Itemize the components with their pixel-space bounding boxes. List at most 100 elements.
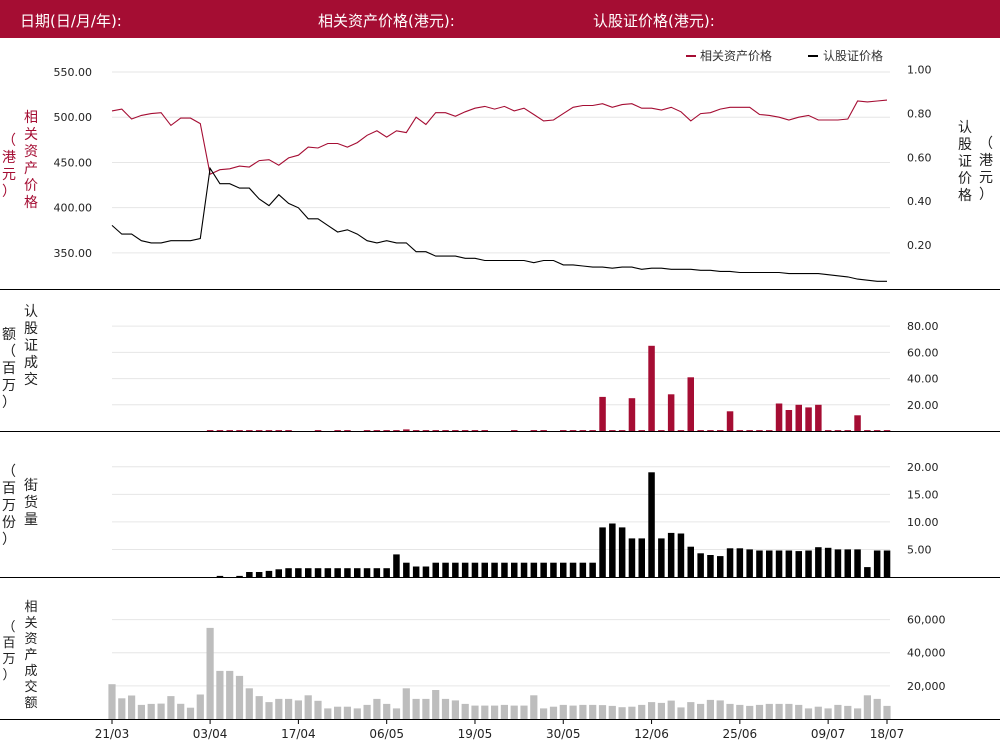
bar — [363, 430, 371, 431]
bar — [815, 404, 822, 431]
bar — [726, 703, 734, 719]
bar — [481, 430, 488, 431]
bar — [442, 562, 449, 577]
bar — [118, 698, 126, 719]
asset-price-line — [111, 99, 888, 175]
bar — [412, 698, 420, 719]
axis-label-char: 额 — [2, 327, 16, 343]
axis-label-char: 元 — [979, 170, 993, 186]
bar — [687, 546, 694, 577]
x-tick-label: 18/07 — [870, 727, 905, 741]
bar — [844, 549, 851, 577]
y-right-tick-label: 1.00 — [907, 64, 932, 77]
bar — [383, 430, 390, 431]
bar — [579, 704, 587, 719]
bar — [461, 562, 469, 577]
bar — [677, 533, 685, 577]
bar — [177, 703, 185, 719]
axis-label-char: 万 — [2, 498, 16, 514]
bar — [638, 430, 645, 431]
bar — [275, 430, 282, 431]
bar — [834, 430, 842, 431]
bar — [392, 708, 401, 719]
bar — [618, 707, 626, 719]
bar — [393, 554, 400, 577]
bar — [687, 377, 694, 431]
axis-label-char: 股 — [24, 321, 38, 337]
bar — [618, 527, 626, 577]
axis-label-char: 万 — [2, 378, 16, 394]
asset-turnover-panel: 60,000 40,000 20,000 相关资产成交额 （百万） 21/03 03/0… — [0, 600, 1000, 741]
bar — [854, 415, 861, 431]
axis-label-char: 产 — [24, 648, 37, 663]
header-bar: 日期(日/月/年): 相关资产价格(港元): 认股证价格(港元): — [0, 0, 1000, 38]
bar — [471, 562, 479, 577]
bar — [589, 562, 596, 577]
y-tick-label: 20,000 — [907, 680, 946, 693]
axis-label-char: （ — [2, 620, 15, 635]
bar — [598, 705, 607, 719]
bar — [265, 570, 273, 577]
bar — [824, 430, 832, 431]
price-chart-panel: 550.00 500.00 450.00 400.00 350.00 1.00 0.80 0… — [0, 48, 1000, 290]
axis-label-char: 百 — [2, 361, 16, 377]
bar — [736, 704, 744, 719]
bar — [186, 707, 195, 719]
axis-label-char: 万 — [2, 652, 15, 667]
axis-label-char: 份 — [2, 515, 16, 531]
axis-label-char: 交 — [24, 679, 37, 695]
bar — [422, 566, 430, 577]
bar — [560, 430, 567, 431]
bar — [824, 708, 832, 719]
bar — [461, 430, 469, 431]
bar — [658, 538, 665, 577]
bar — [765, 703, 773, 719]
bar — [599, 396, 606, 431]
bar — [216, 670, 224, 719]
axis-label-char: 证 — [24, 338, 38, 354]
axis-label-char: （ — [979, 136, 993, 152]
bar — [795, 404, 802, 431]
bar — [648, 345, 655, 431]
bar — [755, 704, 764, 719]
bar — [108, 684, 116, 719]
axis-label-char: 相 — [24, 600, 37, 615]
bar — [137, 704, 145, 719]
bar — [834, 549, 842, 577]
legend-warrant-label: 认股证价格 — [823, 48, 883, 63]
bar — [854, 549, 861, 577]
bar — [432, 430, 439, 431]
y-tick-label: 10.00 — [907, 516, 939, 529]
bar — [785, 703, 793, 719]
bar — [255, 696, 263, 719]
bar — [441, 698, 450, 719]
bar — [628, 538, 636, 577]
bar — [373, 430, 381, 431]
bar — [549, 706, 558, 719]
bar — [697, 703, 705, 719]
bar — [432, 690, 440, 719]
axis-label-char: 成 — [24, 355, 38, 371]
charts-container: 550.00 500.00 450.00 400.00 350.00 1.00 0.80 0… — [0, 38, 1000, 755]
bar — [766, 550, 773, 577]
y-right-tick-label: 0.40 — [907, 195, 932, 208]
y-tick-label: 60.00 — [907, 346, 939, 359]
bar — [393, 430, 400, 431]
bar — [471, 430, 479, 431]
axis-label-char: 格 — [958, 188, 972, 204]
x-tick-label: 09/07 — [811, 727, 846, 741]
bar — [775, 550, 783, 577]
bar — [824, 547, 832, 577]
axis-label-char: 价 — [958, 171, 972, 187]
bar — [334, 430, 341, 431]
bar — [226, 670, 234, 719]
axis-label-char: 额 — [24, 696, 37, 711]
bar — [746, 430, 753, 431]
asset-price-label: 相关资产价格(港元): — [318, 12, 455, 30]
bar — [235, 675, 244, 719]
bar — [275, 698, 283, 719]
bar — [560, 562, 567, 577]
bar — [422, 698, 430, 719]
bar — [834, 704, 842, 719]
bar — [618, 430, 626, 431]
